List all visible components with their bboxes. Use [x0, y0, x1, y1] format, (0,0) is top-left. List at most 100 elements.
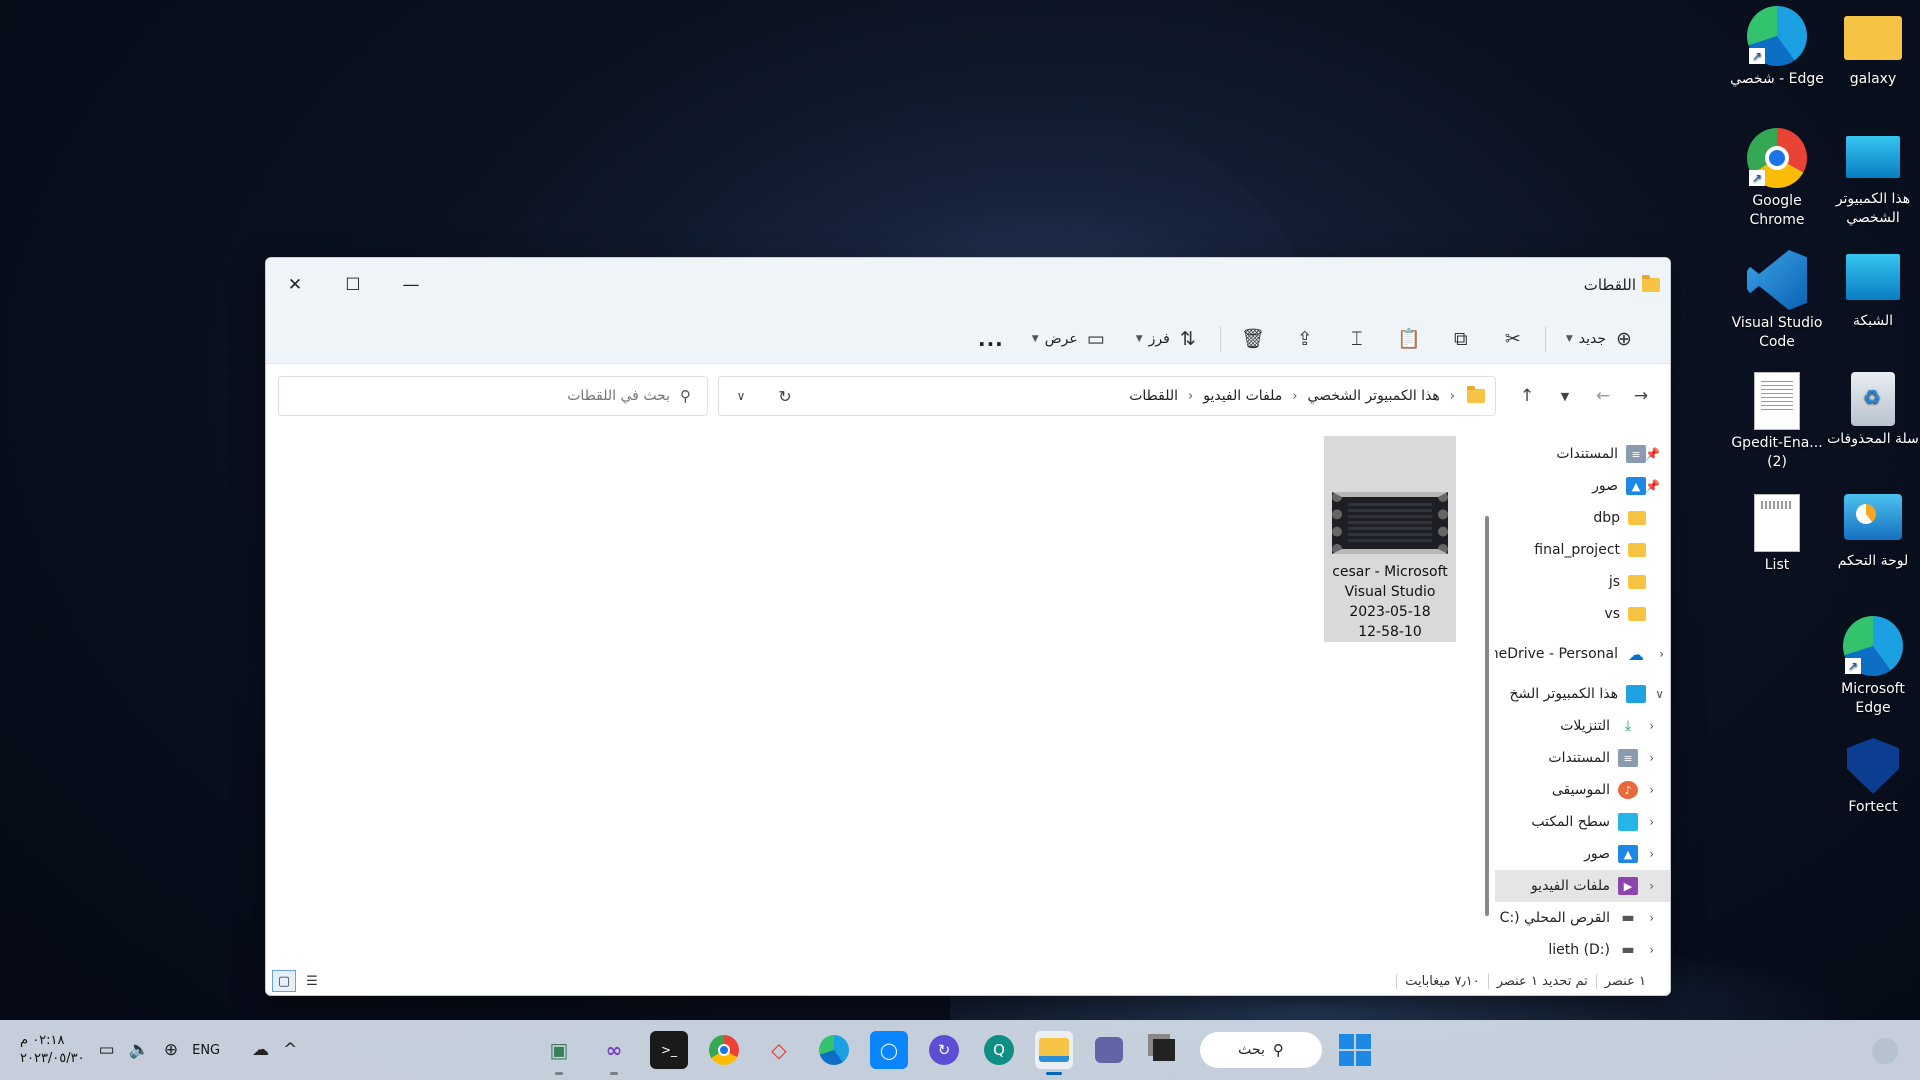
taskbar-app-purple-icon[interactable]: ↻: [925, 1031, 963, 1069]
address-bar-actions: ↻ ∨: [719, 377, 807, 415]
taskbar-app-window[interactable]: ▣: [540, 1031, 578, 1075]
clock[interactable]: ٠٢:١٨ م ٢٠٢٣/٠٥/٣٠: [20, 1032, 85, 1068]
close-button[interactable]: ✕: [266, 268, 324, 302]
documents-icon: ≡: [1618, 749, 1638, 767]
desktop-icon-edge-personal[interactable]: ↗ شخصي - Edge: [1730, 6, 1824, 89]
navigation-buttons: → ← ▼ ↑: [1508, 376, 1660, 416]
breadcrumb-separator[interactable]: ‹: [1184, 389, 1197, 404]
nav-item-documents-pinned[interactable]: ≡ المستندات 📌: [1495, 438, 1670, 470]
nav-item-documents[interactable]: ‹ ≡ المستندات: [1495, 742, 1670, 774]
shield-icon: [1847, 738, 1899, 794]
desktop-icon-chrome[interactable]: ↗ Google Chrome: [1730, 128, 1824, 230]
new-button[interactable]: ⊕ جديد ▼: [1552, 319, 1650, 359]
desktop-icon-label: سلة المحذوفات: [1827, 431, 1919, 447]
nav-item-drive-c[interactable]: ‹ ▬ القرص المحلي (:C: [1495, 902, 1670, 934]
up-arrow-icon[interactable]: ↑: [1508, 386, 1546, 406]
onedrive-sync-icon[interactable]: ☁: [252, 1040, 269, 1060]
nav-item-vs[interactable]: vs: [1495, 598, 1670, 630]
nav-item-js[interactable]: js: [1495, 566, 1670, 598]
desktop-icon-list[interactable]: List: [1730, 494, 1824, 575]
maximize-button[interactable]: ☐: [324, 268, 382, 302]
back-arrow-icon[interactable]: →: [1622, 386, 1660, 406]
nav-item-downloads[interactable]: ‹ ⤓ التنزيلات: [1495, 710, 1670, 742]
nav-item-label: صور: [1584, 846, 1610, 862]
address-bar[interactable]: ‹ هذا الكمبيوتر الشخصي ‹ ملفات الفيديو ‹…: [718, 376, 1496, 416]
copy-button[interactable]: ⧉: [1435, 319, 1487, 359]
desktop-icon-this-pc[interactable]: هذا الكمبيوتر الشخصي: [1826, 130, 1920, 228]
taskbar-photos-icon[interactable]: ◯: [870, 1031, 908, 1069]
downloads-icon: ⤓: [1624, 718, 1632, 734]
desktop-icon-gpedit[interactable]: Gpedit-Ena... (2): [1730, 372, 1824, 472]
taskbar-teams-icon[interactable]: [1090, 1031, 1128, 1069]
large-icons-view-icon[interactable]: ▢: [272, 970, 296, 992]
search-box[interactable]: ⚲: [278, 376, 708, 416]
refresh-icon[interactable]: ↻: [763, 387, 807, 406]
breadcrumb-item[interactable]: ملفات الفيديو: [1197, 388, 1288, 404]
recent-chevron-icon[interactable]: ▼: [1546, 390, 1584, 403]
more-options-button[interactable]: ...: [964, 319, 1018, 359]
nav-item-onedrive[interactable]: ‹ ☁ neDrive - Personal: [1495, 638, 1670, 670]
taskbar-file-explorer-icon[interactable]: [1035, 1031, 1073, 1075]
desktop-icon-network[interactable]: الشبكة: [1826, 250, 1920, 331]
chevron-up-icon[interactable]: ^: [283, 1040, 297, 1060]
breadcrumb-separator[interactable]: ‹: [1446, 389, 1459, 404]
file-item[interactable]: cesar - Microsoft Visual Studio 2023-05-…: [1324, 436, 1456, 642]
start-button[interactable]: [1339, 1034, 1371, 1066]
language-indicator[interactable]: ENG: [192, 1043, 220, 1058]
nav-item-dbp[interactable]: dbp: [1495, 502, 1670, 534]
taskbar-task-view-icon[interactable]: [1145, 1031, 1183, 1069]
nav-item-label: neDrive - Personal: [1495, 646, 1618, 662]
search-input[interactable]: [279, 388, 680, 404]
file-name-line: cesar - Microsoft: [1332, 564, 1448, 580]
desktop-icon-edge[interactable]: ↗ Microsoft Edge: [1826, 616, 1920, 718]
nav-item-pictures[interactable]: ‹ ▲ صور: [1495, 838, 1670, 870]
battery-icon[interactable]: ▭: [99, 1040, 115, 1060]
forward-arrow-icon[interactable]: ←: [1584, 386, 1622, 406]
globe-icon[interactable]: ⊕: [164, 1040, 178, 1060]
sort-button[interactable]: ⇅ فرز ▼: [1122, 319, 1214, 359]
breadcrumb-separator[interactable]: ‹: [1288, 389, 1301, 404]
folder-icon: [1628, 543, 1646, 557]
details-view-icon[interactable]: ☰: [300, 970, 324, 992]
desktop-icon-label: galaxy: [1849, 71, 1897, 87]
nav-item-this-pc[interactable]: ∨ هذا الكمبيوتر الشخ: [1495, 678, 1670, 710]
desktop-icon-vscode[interactable]: Visual Studio Code: [1730, 250, 1824, 352]
desktop-icon-label: Google Chrome: [1749, 193, 1805, 228]
cut-button[interactable]: ✂: [1487, 319, 1539, 359]
taskbar-anydesk-icon[interactable]: ◇: [760, 1031, 798, 1069]
view-button[interactable]: ▭ عرض ▼: [1018, 319, 1122, 359]
chevron-right-icon: ‹: [1649, 751, 1654, 765]
desktop-icon-label: Visual Studio Code: [1731, 315, 1823, 350]
nav-item-final-project[interactable]: final_project: [1495, 534, 1670, 566]
nav-item-pictures-pinned[interactable]: ▲ صور 📌: [1495, 470, 1670, 502]
paste-button[interactable]: 📋: [1383, 319, 1435, 359]
taskbar-search[interactable]: ⚲ بحث: [1200, 1032, 1322, 1068]
minimize-button[interactable]: —: [382, 268, 440, 302]
volume-icon[interactable]: 🔈: [129, 1040, 150, 1060]
taskbar-visual-studio-icon[interactable]: ∞: [595, 1031, 633, 1075]
taskbar-chrome-icon[interactable]: [705, 1031, 743, 1069]
desktop-icon-control-panel[interactable]: لوحة التحكم: [1826, 494, 1920, 571]
chevron-down-icon[interactable]: ∨: [719, 389, 763, 403]
taskbar-search-app-icon[interactable]: Q: [980, 1031, 1018, 1069]
nav-item-desktop[interactable]: ‹ سطح المكتب: [1495, 806, 1670, 838]
delete-button[interactable]: 🗑: [1227, 319, 1279, 359]
share-button[interactable]: ⇪: [1279, 319, 1331, 359]
breadcrumb-item[interactable]: هذا الكمبيوتر الشخصي: [1302, 388, 1446, 404]
title-bar[interactable]: ✕ ☐ — اللقطات: [266, 258, 1670, 314]
nav-item-music[interactable]: ‹ ♪ الموسيقى: [1495, 774, 1670, 806]
nav-pane-scrollbar[interactable]: [1485, 516, 1489, 916]
nav-item-drive-d[interactable]: ‹ ▬ lieth (D:): [1495, 934, 1670, 966]
desktop-icon-galaxy[interactable]: galaxy: [1826, 10, 1920, 89]
desktop-icon-fortect[interactable]: Fortect: [1826, 738, 1920, 817]
desktop-icon-recycle[interactable]: ♻ سلة المحذوفات: [1826, 372, 1920, 449]
breadcrumb-item[interactable]: اللقطات: [1123, 388, 1184, 404]
nav-item-videos[interactable]: ‹ ▶ ملفات الفيديو: [1495, 870, 1670, 902]
taskbar-terminal-icon[interactable]: >_: [650, 1031, 688, 1069]
taskbar-edge-icon[interactable]: [815, 1031, 853, 1069]
folder-icon: [1628, 607, 1646, 621]
weather-widget-icon[interactable]: [1872, 1038, 1898, 1064]
clipboard-icon: 📋: [1396, 328, 1421, 350]
rename-button[interactable]: ⌶: [1331, 319, 1383, 359]
system-tray: ٠٢:١٨ م ٢٠٢٣/٠٥/٣٠ ▭ 🔈 ⊕ ENG ☁ ^: [20, 1020, 297, 1080]
